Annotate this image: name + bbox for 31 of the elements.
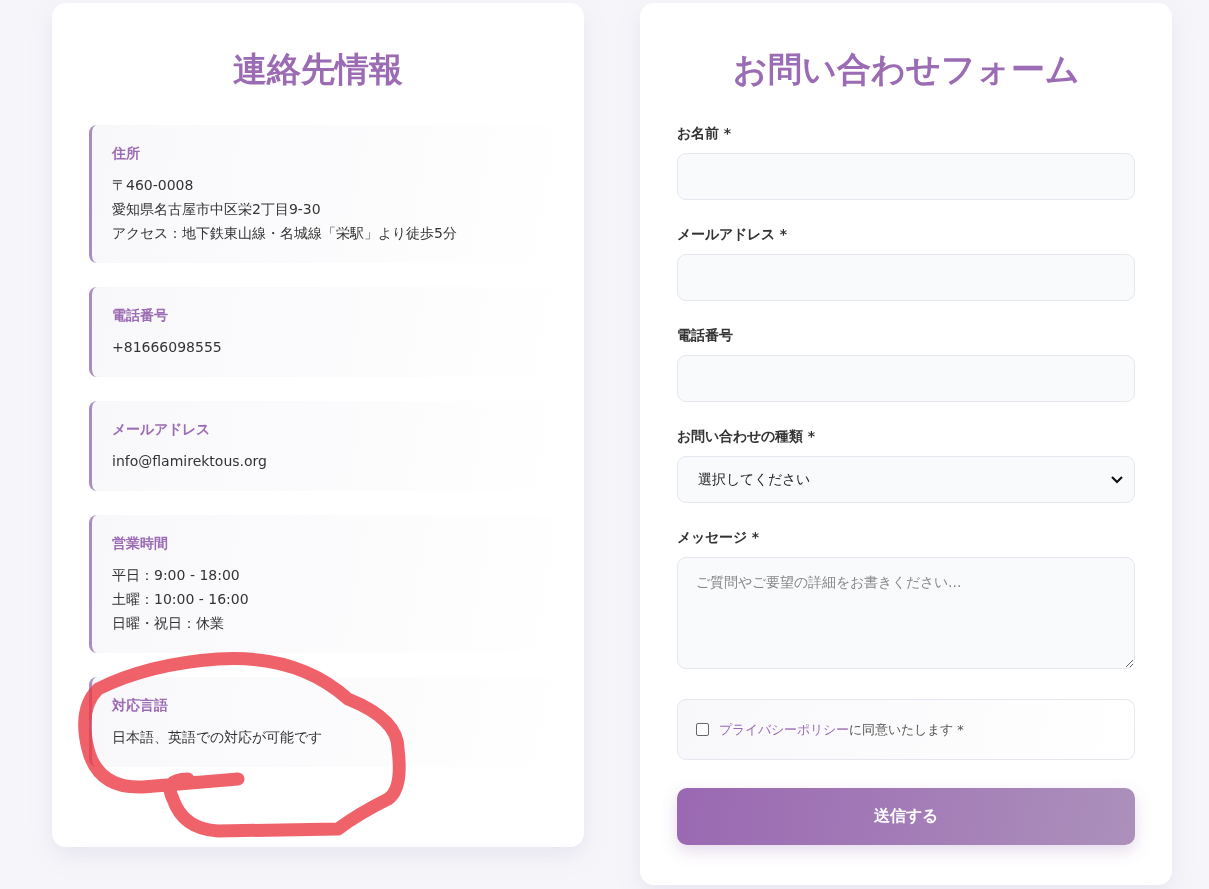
field-label: メッセージ * [677,529,761,547]
text-input-field[interactable] [677,153,1135,200]
submit-button[interactable]: 送信する [677,788,1135,845]
privacy-policy-link[interactable]: プライバシーポリシー [719,721,849,737]
contact-title: 連絡先情報 [232,48,404,91]
field-label: お問い合わせの種類 * [677,428,817,446]
info-text: 〒460-0008 [112,176,195,195]
chevron-down-icon [1110,474,1124,485]
info-text: 日曜・祝日：休業 [112,614,225,633]
info-text: +81666098555 [112,338,223,357]
consent-checkbox[interactable] [696,723,709,736]
info-text: 日本語、英語での対応が可能です [112,728,323,747]
info-text: 愛知県名古屋市中区栄2丁目9-30 [112,200,322,219]
select-field[interactable]: 選択してください [677,456,1135,503]
field-label: メールアドレス * [677,226,789,244]
consent-text: プライバシーポリシーに同意いたします * [719,720,964,739]
info-text: 土曜：10:00 - 16:00 [112,590,250,609]
info-label: 住所 [112,145,141,163]
form-title: お問い合わせフォーム [731,48,1081,91]
info-text: info@flamirektous.org [112,452,268,471]
info-label: 電話番号 [112,307,169,325]
info-text: アクセス：地下鉄東山線・名城線「栄駅」より徒歩5分 [112,224,458,243]
info-label: 営業時間 [112,535,169,553]
info-label: 対応言語 [112,697,169,715]
info-text: 平日：9:00 - 18:00 [112,566,241,585]
message-textarea[interactable]: ご質問やご要望の詳細をお書きください... [677,557,1135,669]
text-input-field[interactable] [677,355,1135,402]
text-input-field[interactable] [677,254,1135,301]
field-label: お名前 * [677,125,733,143]
info-label: メールアドレス [112,421,211,439]
field-label: 電話番号 [677,327,734,345]
